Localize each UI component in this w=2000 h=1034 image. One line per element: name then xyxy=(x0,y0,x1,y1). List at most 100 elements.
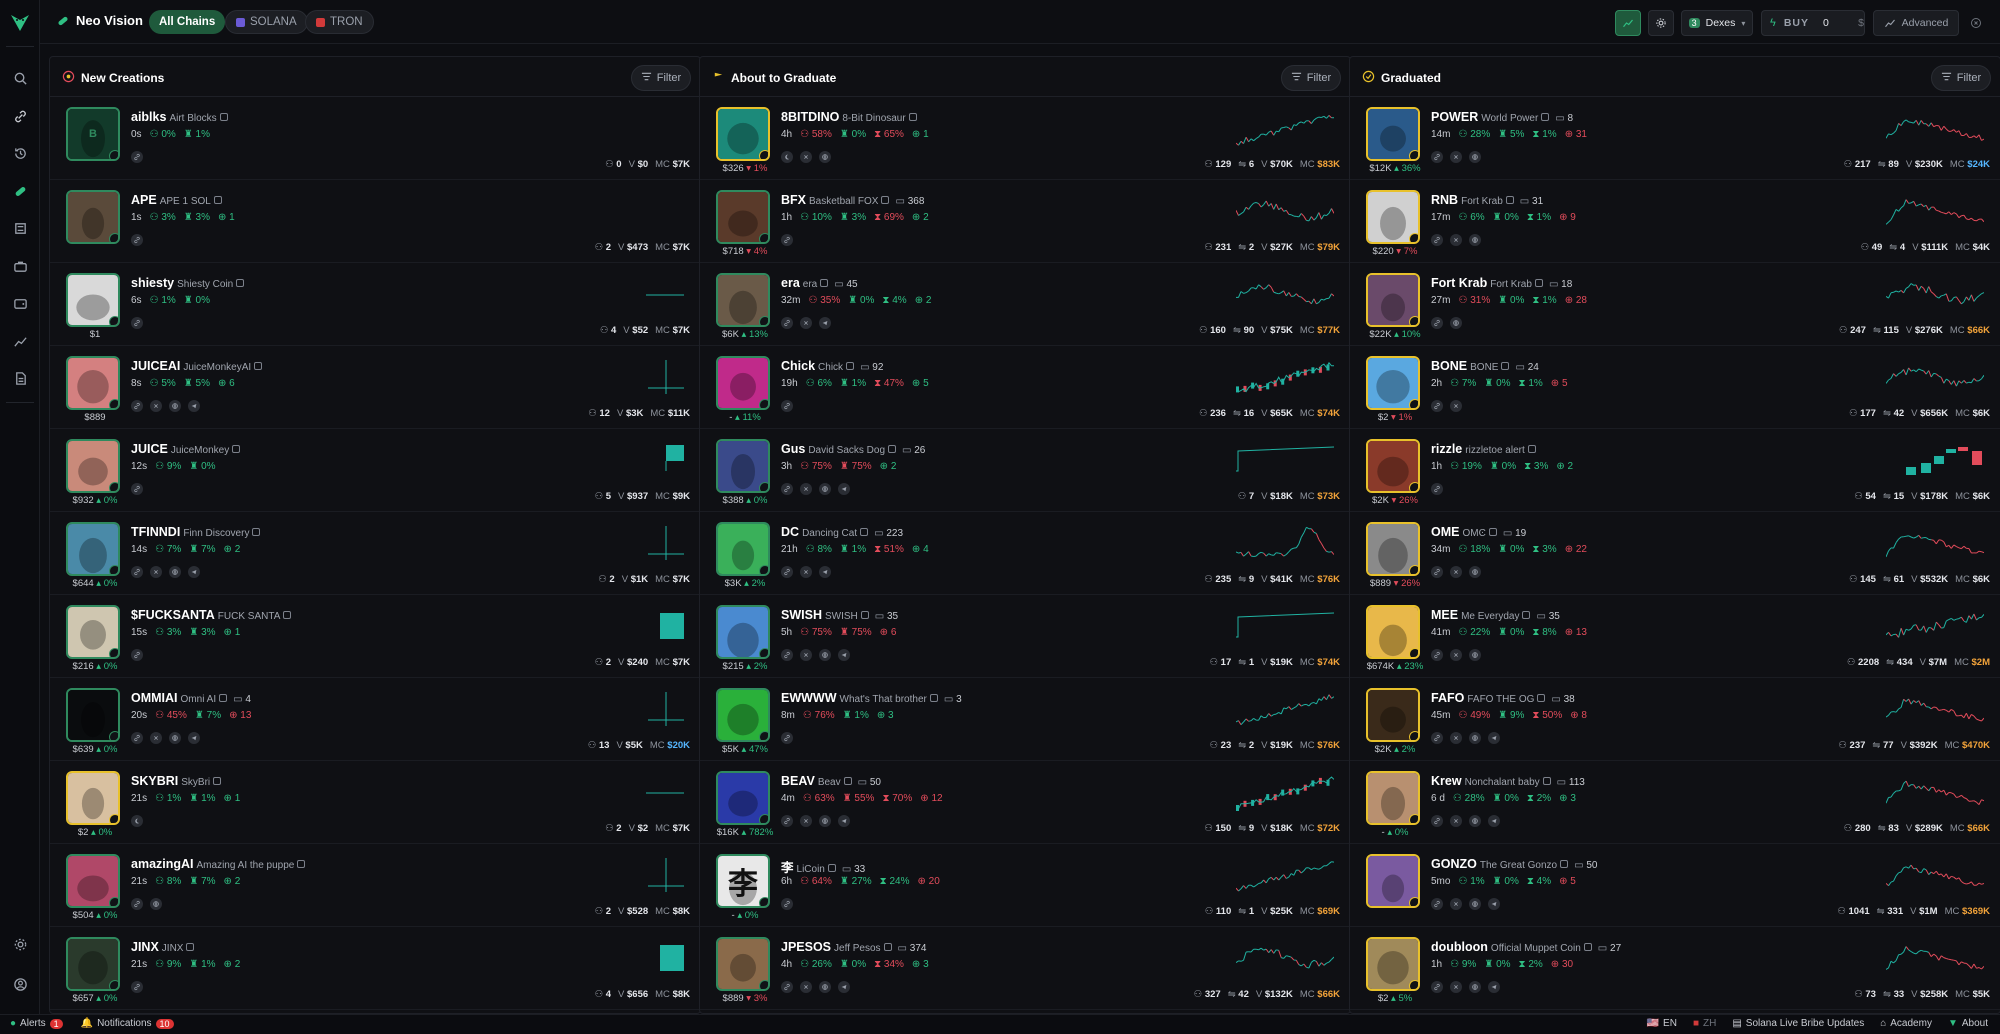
token-symbol[interactable]: rizzle xyxy=(1431,442,1462,456)
copy-icon[interactable] xyxy=(860,528,869,536)
globe-icon[interactable] xyxy=(169,566,181,578)
token-row[interactable]: $2 ▾ 1% BONE BONE ▭ 24 2h ⚇ 7% ♜ 0% ⧗ 1% ⊕ 5 ⚇ 17… xyxy=(1350,346,2000,429)
link-icon[interactable] xyxy=(781,732,793,744)
token-avatar[interactable] xyxy=(66,854,120,908)
link-icon[interactable] xyxy=(1431,400,1443,412)
academy-link[interactable]: ⌂ Academy xyxy=(1880,1018,1932,1029)
token-symbol[interactable]: shiesty xyxy=(131,276,174,290)
link-icon[interactable] xyxy=(131,317,143,329)
copy-icon[interactable] xyxy=(232,445,241,453)
settings-button[interactable] xyxy=(1648,10,1674,36)
token-symbol[interactable]: JUICEAI xyxy=(131,359,180,373)
link-icon[interactable] xyxy=(8,104,32,128)
token-symbol[interactable]: era xyxy=(781,276,800,290)
token-symbol[interactable]: JUICE xyxy=(131,442,168,456)
token-symbol[interactable]: RNB xyxy=(1431,193,1458,207)
link-icon[interactable] xyxy=(131,566,143,578)
copy-icon[interactable] xyxy=(1488,528,1497,536)
quick-buy-field[interactable]: ϟ BUY 0 $ xyxy=(1761,10,1865,36)
token-avatar[interactable]: B xyxy=(66,107,120,161)
chart-icon[interactable] xyxy=(8,329,32,353)
token-avatar[interactable] xyxy=(1366,439,1420,493)
token-avatar[interactable] xyxy=(716,356,770,410)
x-icon[interactable] xyxy=(1450,981,1462,993)
telegram-icon[interactable] xyxy=(838,649,850,661)
token-symbol[interactable]: JPESOS xyxy=(781,940,831,954)
moon-icon[interactable] xyxy=(131,815,143,827)
token-symbol[interactable]: OMMIAI xyxy=(131,691,178,705)
token-avatar[interactable] xyxy=(66,522,120,576)
token-symbol[interactable]: Chick xyxy=(781,359,815,373)
x-icon[interactable] xyxy=(800,317,812,329)
copy-icon[interactable] xyxy=(297,860,306,868)
token-row[interactable]: $6K ▴ 13% era era ▭ 45 32m ⚇ 35% ♜ 0% ⧗ 4% ⊕ 2 ⚇ … xyxy=(700,263,1350,346)
link-icon[interactable] xyxy=(131,898,143,910)
link-icon[interactable] xyxy=(1431,815,1443,827)
copy-icon[interactable] xyxy=(908,113,917,121)
link-icon[interactable] xyxy=(131,234,143,246)
lang-en[interactable]: 🇺🇸 EN xyxy=(1647,1018,1677,1029)
filter-button[interactable]: Filter xyxy=(1931,65,1991,91)
x-icon[interactable] xyxy=(1450,649,1462,661)
token-row[interactable]: $326 ▾ 1% 8BITDINO 8-Bit Dinosaur 4h ⚇ 58% ♜ … xyxy=(700,97,1350,180)
app-logo-icon[interactable] xyxy=(8,10,32,34)
globe-icon[interactable] xyxy=(1469,815,1481,827)
buy-amount[interactable]: 0 xyxy=(1823,17,1850,29)
token-row[interactable]: - ▴ 0% Krew Nonchalant baby ▭ 113 6 d ⚇ 28% ♜ … xyxy=(1350,761,2000,844)
token-row[interactable]: $932 ▴ 0% JUICE JuiceMonkey 12s ⚇ 9% ♜ 0% ⚇ 5V… xyxy=(50,429,700,512)
link-icon[interactable] xyxy=(131,732,143,744)
token-symbol[interactable]: aiblks xyxy=(131,110,166,124)
token-symbol[interactable]: BEAV xyxy=(781,774,815,788)
copy-icon[interactable] xyxy=(236,279,245,287)
copy-icon[interactable] xyxy=(846,362,855,370)
link-icon[interactable] xyxy=(781,234,793,246)
token-row[interactable]: Baiblks Airt Blocks 0s ⚇ 0% ♜ 1% ⚇ 0V $0 MC $7… xyxy=(50,97,700,180)
token-avatar[interactable] xyxy=(66,688,120,742)
telegram-icon[interactable] xyxy=(819,566,831,578)
token-avatar[interactable] xyxy=(1366,522,1420,576)
link-icon[interactable] xyxy=(1431,234,1443,246)
token-avatar[interactable] xyxy=(716,107,770,161)
copy-icon[interactable] xyxy=(843,777,852,785)
token-avatar[interactable] xyxy=(1366,688,1420,742)
report-icon[interactable] xyxy=(8,366,32,390)
link-icon[interactable] xyxy=(781,400,793,412)
token-symbol[interactable]: doubloon xyxy=(1431,940,1488,954)
token-avatar[interactable] xyxy=(716,522,770,576)
x-icon[interactable] xyxy=(800,649,812,661)
telegram-icon[interactable] xyxy=(838,815,850,827)
settings-icon[interactable] xyxy=(8,932,32,956)
token-row[interactable]: $644 ▴ 0% TFINNDI Finn Discovery 14s ⚇ 7% ♜ 7… xyxy=(50,512,700,595)
telegram-icon[interactable] xyxy=(838,981,850,993)
token-row[interactable]: $2K ▴ 2% FAFO FAFO THE OG ▭ 38 45m ⚇ 49% ♜ 9% ⧗… xyxy=(1350,678,2000,761)
link-icon[interactable] xyxy=(1431,566,1443,578)
token-symbol[interactable]: EWWWW xyxy=(781,691,837,705)
globe-icon[interactable] xyxy=(1450,317,1462,329)
token-avatar[interactable] xyxy=(716,605,770,659)
token-row[interactable]: $220 ▾ 7% RNB Fort Krab ▭ 31 17m ⚇ 6% ♜ 0% ⧗ 1%… xyxy=(1350,180,2000,263)
globe-icon[interactable] xyxy=(169,400,181,412)
link-icon[interactable] xyxy=(781,815,793,827)
globe-icon[interactable] xyxy=(1469,981,1481,993)
token-symbol[interactable]: SWISH xyxy=(781,608,822,622)
link-icon[interactable] xyxy=(1431,898,1443,910)
token-row[interactable]: $216 ▴ 0% $FUCKSANTA FUCK SANTA 15s ⚇ 3% ♜ 3%… xyxy=(50,595,700,678)
chain-tab-tron[interactable]: TRON xyxy=(305,10,374,34)
lang-zh[interactable]: ■ ZH xyxy=(1693,1018,1716,1029)
telegram-icon[interactable] xyxy=(188,566,200,578)
token-symbol[interactable]: Krew xyxy=(1431,774,1462,788)
copy-icon[interactable] xyxy=(929,694,938,702)
token-row[interactable]: $889 ▾ 26% OME OMϾ ▭ 19 34m ⚇ 18% ♜ 0% ⧗ 3% ⊕ 22… xyxy=(1350,512,2000,595)
token-symbol[interactable]: APE xyxy=(131,193,157,207)
token-symbol[interactable]: $FUCKSANTA xyxy=(131,608,215,622)
token-row[interactable]: $639 ▴ 0% OMMIAI Omni AI ▭ 4 20s ⚇ 45% ♜ 7% ⊕ 1… xyxy=(50,678,700,761)
copy-icon[interactable] xyxy=(1542,777,1551,785)
token-symbol[interactable]: amazingAI xyxy=(131,857,194,871)
filter-button[interactable]: Filter xyxy=(631,65,691,91)
token-symbol[interactable]: Gus xyxy=(781,442,805,456)
copy-icon[interactable] xyxy=(1527,445,1536,453)
token-avatar[interactable] xyxy=(66,937,120,991)
x-icon[interactable] xyxy=(1450,400,1462,412)
copy-icon[interactable] xyxy=(252,528,261,536)
link-icon[interactable] xyxy=(781,483,793,495)
